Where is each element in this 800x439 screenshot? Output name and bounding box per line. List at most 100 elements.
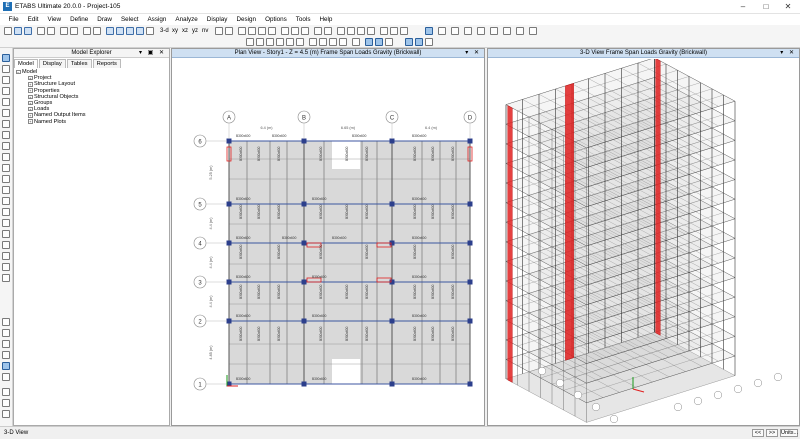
plan-view-canvas[interactable]: B300x600 B300x600 B300x600 B300x600 B300x600… (172, 59, 484, 425)
snap-grid-icon[interactable] (425, 27, 433, 35)
rotate-3d-icon[interactable] (238, 27, 246, 35)
previous-view-button[interactable]: << (752, 429, 764, 437)
3d-model-canvas[interactable] (488, 59, 799, 425)
quick-draw-beam-icon[interactable] (2, 98, 10, 106)
menu-edit[interactable]: Edit (23, 14, 43, 25)
expand-icon[interactable]: + (28, 113, 33, 118)
draw-floor-icon[interactable] (380, 27, 388, 35)
draw-tendon-icon[interactable] (2, 208, 10, 216)
draw-wall-icon[interactable] (390, 27, 398, 35)
undo-icon[interactable] (37, 27, 45, 35)
snap-lines-icon[interactable] (296, 38, 304, 46)
select-window-icon[interactable] (365, 38, 373, 46)
expand-icon[interactable]: + (28, 82, 33, 87)
quick-column-icon[interactable] (2, 120, 10, 128)
clear-selection-icon[interactable] (385, 38, 393, 46)
snap-ends-icon[interactable] (256, 38, 264, 46)
view-xz-button[interactable]: xz (182, 27, 188, 35)
zoom-in-icon[interactable] (116, 27, 124, 35)
clear-selection-left-icon[interactable] (2, 340, 10, 348)
draw-opening-left-icon[interactable] (2, 186, 10, 194)
maximize-icon[interactable]: □ (755, 1, 777, 13)
snap-perpendicular-icon[interactable] (286, 38, 294, 46)
menu-analyze[interactable]: Analyze (171, 14, 202, 25)
move-up-icon[interactable] (215, 27, 223, 35)
next-view-button[interactable]: >> (766, 429, 778, 437)
intersecting-line-icon[interactable] (352, 38, 360, 46)
pane-pin-close-icon[interactable]: ▾ ▣ ✕ (139, 49, 166, 56)
draw-wall-stack-icon[interactable] (2, 175, 10, 183)
menu-view[interactable]: View (43, 14, 66, 25)
tab-reports[interactable]: Reports (92, 59, 121, 68)
snap-options-icon[interactable] (2, 399, 10, 407)
menu-assign[interactable]: Assign (143, 14, 171, 25)
move-down-icon[interactable] (225, 27, 233, 35)
tab-model[interactable]: Model (14, 59, 38, 68)
run-analysis-icon[interactable] (70, 27, 78, 35)
menu-draw[interactable]: Draw (93, 14, 117, 25)
measure-icon[interactable] (319, 38, 327, 46)
snap-middle-icon[interactable] (266, 38, 274, 46)
zoom-window-icon[interactable] (106, 27, 114, 35)
shadow-icon[interactable] (258, 27, 266, 35)
set-display-options-icon[interactable] (281, 27, 289, 35)
snap-left-icon[interactable] (2, 388, 10, 396)
draw-wall-left-icon[interactable] (2, 164, 10, 172)
menu-options[interactable]: Options (261, 14, 292, 25)
perspective-icon[interactable] (248, 27, 256, 35)
expand-icon[interactable]: + (28, 119, 33, 124)
close-icon[interactable]: ✕ (777, 1, 799, 13)
expand-icon[interactable]: + (28, 94, 33, 100)
open-icon[interactable] (14, 27, 22, 35)
expand-icon[interactable]: + (28, 88, 33, 93)
lock-icon[interactable] (60, 27, 68, 35)
pointer-select-icon[interactable] (2, 54, 10, 62)
display-tendon-icon[interactable] (503, 27, 511, 35)
select-all-left-icon[interactable] (2, 318, 10, 326)
new-model-icon[interactable] (4, 27, 12, 35)
draw-design-strip-icon[interactable] (2, 274, 10, 282)
select-poly-icon[interactable] (375, 38, 383, 46)
pan-icon[interactable] (83, 27, 91, 35)
get-previous-selection-icon[interactable] (2, 329, 10, 337)
extra-view-icon[interactable] (425, 38, 433, 46)
redo-icon[interactable] (47, 27, 55, 35)
tile-views-icon[interactable] (405, 38, 413, 46)
save-icon[interactable] (24, 27, 32, 35)
snap-intersection-icon[interactable] (276, 38, 284, 46)
section-cut-icon[interactable] (309, 38, 317, 46)
expand-icon[interactable]: + (28, 75, 33, 81)
dimension-icon[interactable] (438, 27, 446, 35)
draw-line-icon[interactable] (2, 76, 10, 84)
display-shell-icon[interactable] (477, 27, 485, 35)
all-stories-icon[interactable] (2, 373, 10, 381)
draw-reference-point-icon[interactable] (2, 241, 10, 249)
menu-select[interactable]: Select (116, 14, 143, 25)
show-deformed-icon[interactable] (516, 27, 524, 35)
display-link-icon[interactable] (490, 27, 498, 35)
snap-points-icon[interactable] (246, 38, 254, 46)
draw-joint-icon[interactable] (2, 65, 10, 73)
select-all-icon[interactable] (339, 38, 347, 46)
draw-brace-left-icon[interactable] (2, 131, 10, 139)
similar-stories-icon[interactable] (2, 362, 10, 370)
menu-design[interactable]: Design (232, 14, 261, 25)
draw-wall-auto-icon[interactable] (2, 263, 10, 271)
menu-display[interactable]: Display (202, 14, 232, 25)
view-yz-button[interactable]: yz (192, 27, 198, 35)
draw-beam-icon[interactable] (347, 27, 355, 35)
menu-define[interactable]: Define (66, 14, 93, 25)
more-tools-icon[interactable] (529, 27, 537, 35)
zoom-all-icon[interactable] (136, 27, 144, 35)
draw-opening-icon[interactable] (400, 27, 408, 35)
draw-column-left-icon[interactable] (2, 109, 10, 117)
expand-icon[interactable]: + (28, 106, 33, 112)
grid-lines-icon[interactable] (291, 27, 299, 35)
tree-item-named-plots[interactable]: + Named Plots (16, 119, 166, 125)
draw-column-icon[interactable] (357, 27, 365, 35)
zoom-previous-icon[interactable] (146, 27, 154, 35)
collapse-icon[interactable]: − (16, 69, 21, 75)
view-nv-button[interactable]: nv (202, 27, 208, 35)
expand-icon[interactable]: + (28, 100, 33, 106)
pointer-icon[interactable] (329, 38, 337, 46)
